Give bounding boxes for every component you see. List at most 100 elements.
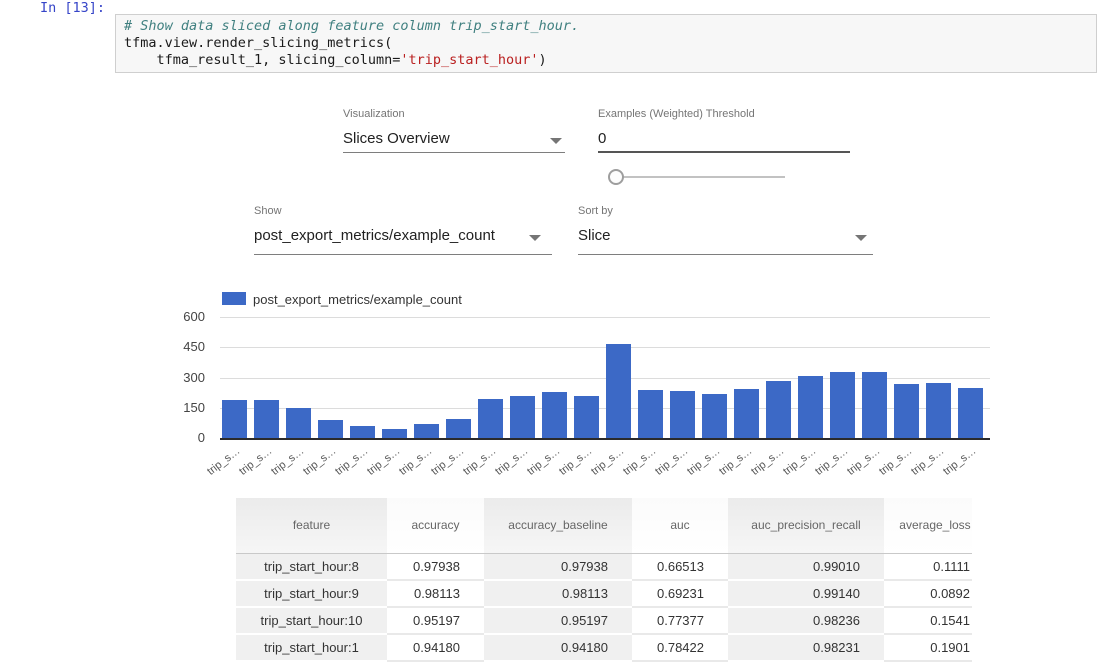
bar: [862, 372, 887, 438]
y-tick-label: 0: [160, 430, 205, 445]
x-axis-line: [220, 438, 990, 440]
bar: [254, 400, 279, 438]
show-label: Show: [254, 205, 282, 217]
bar: [606, 344, 631, 438]
bar: [766, 381, 791, 438]
bar-chart-plot: [220, 317, 990, 438]
bar: [478, 399, 503, 438]
metrics-table: featureaccuracyaccuracy_baselineaucauc_p…: [236, 498, 972, 662]
show-underline: [254, 254, 552, 255]
feature-cell: trip_start_hour:1: [236, 634, 387, 661]
threshold-underline: [598, 151, 850, 153]
show-metric-dropdown[interactable]: post_export_metrics/example_count: [254, 227, 495, 244]
bar: [702, 394, 727, 438]
visualization-dropdown[interactable]: Slices Overview: [343, 130, 450, 147]
bar: [414, 424, 439, 438]
bar: [222, 400, 247, 438]
column-header[interactable]: auc: [632, 498, 728, 553]
metric-cell: 0.95197: [387, 607, 484, 634]
table-row: trip_start_hour:90.981130.981130.692310.…: [236, 580, 972, 607]
bar: [574, 396, 599, 438]
metric-cell: 0.1901: [884, 634, 972, 661]
metric-cell: 0.99010: [728, 553, 884, 580]
code-line-3: tfma_result_1, slicing_column=: [124, 52, 400, 68]
metric-cell: 0.98113: [387, 580, 484, 607]
bar: [670, 391, 695, 438]
chevron-down-icon[interactable]: [855, 235, 867, 241]
table-header-row: featureaccuracyaccuracy_baselineaucauc_p…: [236, 498, 972, 553]
y-tick-label: 450: [160, 339, 205, 354]
y-tick-label: 150: [160, 400, 205, 415]
code-line-2: tfma.view.render_slicing_metrics(: [124, 35, 392, 51]
metric-cell: 0.94180: [484, 634, 632, 661]
table-body: trip_start_hour:80.979380.979380.665130.…: [236, 553, 972, 661]
threshold-slider-track[interactable]: [616, 176, 785, 178]
bar: [926, 383, 951, 438]
feature-cell: trip_start_hour:8: [236, 553, 387, 580]
table-row: trip_start_hour:10.941800.941800.784220.…: [236, 634, 972, 661]
metric-cell: 0.69231: [632, 580, 728, 607]
bar: [446, 419, 471, 438]
threshold-label: Examples (Weighted) Threshold: [598, 108, 755, 120]
metric-cell: 0.0892: [884, 580, 972, 607]
feature-cell: trip_start_hour:9: [236, 580, 387, 607]
metric-cell: 0.66513: [632, 553, 728, 580]
legend-label: post_export_metrics/example_count: [253, 292, 462, 307]
column-header[interactable]: auc_precision_recall: [728, 498, 884, 553]
chevron-down-icon[interactable]: [529, 235, 541, 241]
bar: [830, 372, 855, 438]
sort-by-dropdown[interactable]: Slice: [578, 227, 611, 244]
y-axis-tick-labels: 0150300450600: [160, 317, 205, 447]
metric-cell: 0.98231: [728, 634, 884, 661]
gridline: [220, 317, 990, 318]
metric-cell: 0.97938: [387, 553, 484, 580]
bar: [798, 376, 823, 438]
bar: [734, 389, 759, 438]
metric-cell: 0.1541: [884, 607, 972, 634]
bar: [286, 408, 311, 438]
column-header[interactable]: accuracy_baseline: [484, 498, 632, 553]
table-head: featureaccuracyaccuracy_baselineaucauc_p…: [236, 498, 972, 553]
feature-cell: trip_start_hour:10: [236, 607, 387, 634]
bar: [318, 420, 343, 438]
legend-color-swatch: [222, 292, 246, 305]
metric-cell: 0.94180: [387, 634, 484, 661]
y-tick-label: 300: [160, 370, 205, 385]
metric-cell: 0.99140: [728, 580, 884, 607]
sort-by-label: Sort by: [578, 205, 613, 217]
sort-by-underline: [578, 254, 873, 255]
threshold-slider-thumb[interactable]: [608, 169, 624, 185]
code-comment: # Show data sliced along feature column …: [124, 18, 579, 34]
metric-cell: 0.98236: [728, 607, 884, 634]
code-line-3-close: ): [539, 52, 547, 68]
notebook-output-screen: In [13]: # Show data sliced along featur…: [0, 0, 1111, 668]
code-cell[interactable]: # Show data sliced along feature column …: [115, 14, 1097, 73]
code-string-literal: 'trip_start_hour': [400, 52, 538, 68]
bar: [542, 392, 567, 438]
bar: [382, 429, 407, 438]
metric-cell: 0.95197: [484, 607, 632, 634]
column-header[interactable]: accuracy: [387, 498, 484, 553]
metric-cell: 0.98113: [484, 580, 632, 607]
y-tick-label: 600: [160, 309, 205, 324]
visualization-underline: [343, 152, 565, 153]
chevron-down-icon[interactable]: [550, 138, 562, 144]
bar: [510, 396, 535, 438]
bar: [638, 390, 663, 438]
gridline: [220, 347, 990, 348]
cell-execution-prompt: In [13]:: [0, 0, 105, 16]
table-row: trip_start_hour:80.979380.979380.665130.…: [236, 553, 972, 580]
metric-cell: 0.78422: [632, 634, 728, 661]
visualization-label: Visualization: [343, 108, 405, 120]
column-header[interactable]: feature: [236, 498, 387, 553]
metric-cell: 0.77377: [632, 607, 728, 634]
bar: [350, 426, 375, 438]
metric-cell: 0.97938: [484, 553, 632, 580]
metrics-table-wrap: featureaccuracyaccuracy_baselineaucauc_p…: [236, 498, 973, 662]
table-row: trip_start_hour:100.951970.951970.773770…: [236, 607, 972, 634]
column-header[interactable]: average_loss: [884, 498, 972, 553]
bar: [958, 388, 983, 438]
threshold-input[interactable]: 0: [598, 130, 606, 147]
x-axis-tick-labels: trip_s…trip_s…trip_s…trip_s…trip_s…trip_…: [220, 445, 1010, 485]
bar: [894, 384, 919, 438]
